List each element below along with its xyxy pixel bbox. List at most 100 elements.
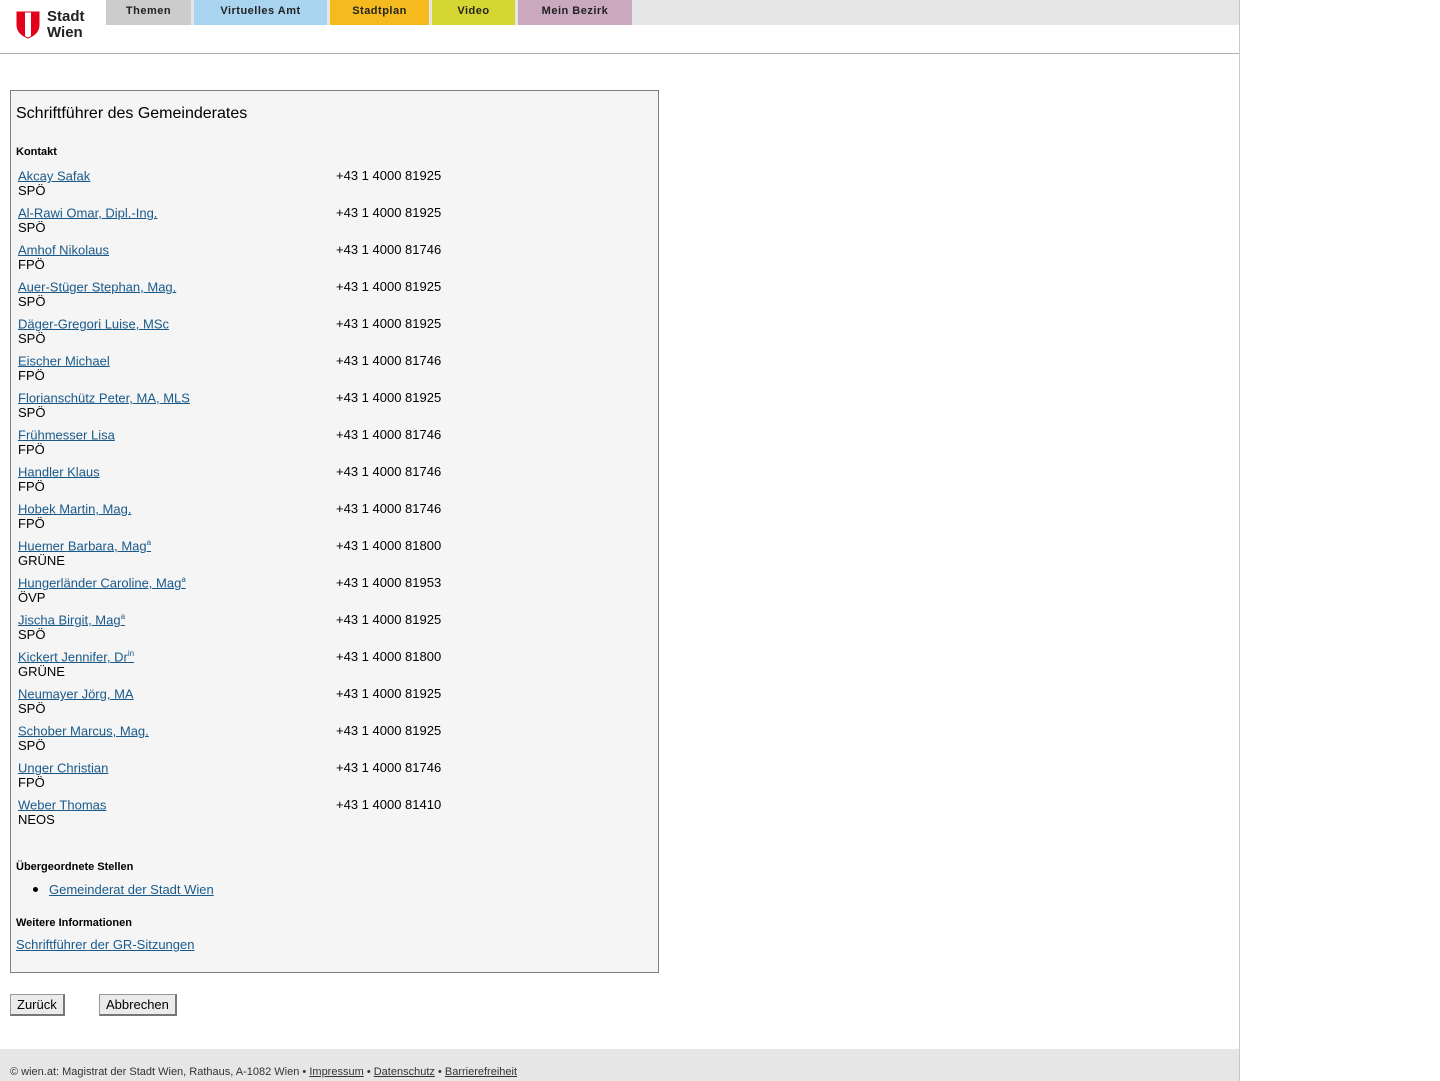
person-phone: +43 1 4000 81925 — [336, 612, 442, 627]
person-name-link[interactable]: Hobek Martin, Mag. — [18, 501, 131, 516]
tab-themen[interactable]: Themen — [106, 0, 191, 25]
person-phone: +43 1 4000 81925 — [336, 723, 442, 738]
list-item: Unger Christian FPÖ +43 1 4000 81746 — [18, 760, 618, 797]
person-name-link[interactable]: Auer-Stüger Stephan, Mag. — [18, 279, 176, 294]
person-party: FPÖ — [18, 442, 45, 457]
person-name-link[interactable]: Frühmesser Lisa — [18, 427, 115, 442]
person-party: NEOS — [18, 812, 55, 827]
more-info-link[interactable]: Schriftführer der GR-Sitzungen — [16, 937, 194, 952]
person-phone: +43 1 4000 81746 — [336, 464, 442, 479]
person-name: Jischa Birgit, Mag — [18, 612, 121, 628]
person-phone: +43 1 4000 81746 — [336, 760, 442, 775]
person-name-suffix: a — [120, 612, 126, 621]
person-name-link[interactable]: Neumayer Jörg, MA — [18, 686, 134, 701]
footer-separator: • — [302, 1066, 307, 1078]
person-name-link[interactable]: Amhof Nikolaus — [18, 242, 109, 257]
person-name-link[interactable]: Schober Marcus, Mag. — [18, 723, 149, 738]
footer: © wien.at: Magistrat der Stadt Wien, Rat… — [0, 1049, 1239, 1081]
person-party: FPÖ — [18, 775, 45, 790]
person-phone: +43 1 4000 81410 — [336, 797, 442, 812]
person-name-link[interactable]: Unger Christian — [18, 760, 108, 775]
person-party: SPÖ — [18, 183, 46, 198]
person-name-link[interactable]: Hungerländer Caroline, Maga — [18, 575, 186, 590]
person-party: GRÜNE — [18, 553, 65, 568]
coat-of-arms-icon — [16, 11, 40, 39]
person-party: FPÖ — [18, 368, 45, 383]
footer-separator: • — [437, 1066, 442, 1078]
person-name-link[interactable]: Kickert Jennifer, Drin — [18, 649, 134, 664]
person-party: FPÖ — [18, 257, 45, 272]
tab-virtuelles-amt[interactable]: Virtuelles Amt — [194, 0, 327, 25]
person-name: Frühmesser Lisa — [18, 427, 115, 443]
person-name-link[interactable]: Akcay Safak — [18, 168, 90, 183]
content-panel: Schriftführer des Gemeinderates Kontakt … — [10, 90, 659, 973]
person-phone: +43 1 4000 81800 — [336, 649, 442, 664]
back-button[interactable]: Zurück — [10, 994, 65, 1016]
person-name: Al-Rawi Omar, Dipl.-Ing. — [18, 205, 158, 221]
list-item: Huemer Barbara, Maga GRÜNE +43 1 4000 8180… — [18, 538, 618, 575]
person-phone: +43 1 4000 81925 — [336, 390, 442, 405]
footer-separator: • — [366, 1066, 371, 1078]
footer-link-impressum[interactable]: Impressum — [309, 1066, 363, 1078]
page-frame: Stadt Wien Themen Virtuelles Amt Stadtpl… — [0, 0, 1240, 1081]
footer-text: © wien.at: Magistrat der Stadt Wien, Rat… — [10, 1066, 517, 1078]
logo-text: Stadt Wien — [47, 9, 85, 41]
person-name-suffix: a — [146, 538, 152, 547]
person-name: Eischer Michael — [18, 353, 110, 369]
person-party: SPÖ — [18, 294, 46, 309]
person-party: SPÖ — [18, 331, 46, 346]
tab-mein-bezirk[interactable]: Mein Bezirk — [518, 0, 632, 25]
list-item: Weber Thomas NEOS +43 1 4000 81410 — [18, 797, 618, 834]
more-info-heading: Weitere Informationen — [16, 917, 132, 929]
person-name: Hobek Martin, Mag. — [18, 501, 132, 517]
person-phone: +43 1 4000 81953 — [336, 575, 442, 590]
person-phone: +43 1 4000 81925 — [336, 205, 442, 220]
person-name-link[interactable]: Florianschütz Peter, MA, MLS — [18, 390, 190, 405]
list-item: Amhof Nikolaus FPÖ +43 1 4000 81746 — [18, 242, 618, 279]
person-party: SPÖ — [18, 701, 46, 716]
cancel-button[interactable]: Abbrechen — [99, 994, 177, 1016]
person-party: SPÖ — [18, 405, 46, 420]
person-name: Amhof Nikolaus — [18, 242, 110, 258]
tab-video[interactable]: Video — [432, 0, 515, 25]
person-name: Auer-Stüger Stephan, Mag. — [18, 279, 177, 295]
site-header: Stadt Wien Themen Virtuelles Amt Stadtpl… — [0, 0, 1239, 54]
person-phone: +43 1 4000 81746 — [336, 353, 442, 368]
page-title: Schriftführer des Gemeinderates — [16, 105, 248, 122]
person-name-link[interactable]: Jischa Birgit, Maga — [18, 612, 125, 627]
footer-copyright: © wien.at: Magistrat der Stadt Wien, Rat… — [10, 1066, 300, 1078]
person-party: SPÖ — [18, 220, 46, 235]
person-party: FPÖ — [18, 516, 45, 531]
list-item: Handler Klaus FPÖ +43 1 4000 81746 — [18, 464, 618, 501]
list-item: Al-Rawi Omar, Dipl.-Ing. SPÖ +43 1 4000 81… — [18, 205, 618, 242]
list-item: Auer-Stüger Stephan, Mag. SPÖ +43 1 4000 8… — [18, 279, 618, 316]
person-name: Handler Klaus — [18, 464, 100, 480]
logo-line-2: Wien — [47, 24, 83, 41]
person-party: GRÜNE — [18, 664, 65, 679]
person-phone: +43 1 4000 81746 — [336, 501, 442, 516]
footer-link-datenschutz[interactable]: Datenschutz — [374, 1066, 435, 1078]
list-item: Akcay Safak SPÖ +43 1 4000 81925 — [18, 168, 618, 205]
footer-link-barrierefreiheit[interactable]: Barrierefreiheit — [445, 1066, 517, 1078]
contact-heading: Kontakt — [16, 146, 57, 158]
person-name: Hungerländer Caroline, Mag — [18, 575, 182, 591]
person-name-link[interactable]: Al-Rawi Omar, Dipl.-Ing. — [18, 205, 157, 220]
person-phone: +43 1 4000 81746 — [336, 427, 442, 442]
person-name-link[interactable]: Handler Klaus — [18, 464, 100, 479]
person-name: Schober Marcus, Mag. — [18, 723, 149, 739]
person-name-link[interactable]: Däger-Gregori Luise, MSc — [18, 316, 169, 331]
person-name-link[interactable]: Weber Thomas — [18, 797, 106, 812]
person-name: Unger Christian — [18, 760, 109, 776]
tab-stadtplan[interactable]: Stadtplan — [330, 0, 429, 25]
person-name: Weber Thomas — [18, 797, 107, 813]
list-item: Florianschütz Peter, MA, MLS SPÖ +43 1 400… — [18, 390, 618, 427]
person-name-link[interactable]: Huemer Barbara, Maga — [18, 538, 151, 553]
person-name: Neumayer Jörg, MA — [18, 686, 134, 702]
person-phone: +43 1 4000 81925 — [336, 279, 442, 294]
stadt-wien-logo[interactable]: Stadt Wien — [16, 9, 96, 43]
parent-link[interactable]: Gemeinderat der Stadt Wien — [49, 882, 214, 897]
list-item: Däger-Gregori Luise, MSc SPÖ +43 1 4000 81… — [18, 316, 618, 353]
person-name-link[interactable]: Eischer Michael — [18, 353, 110, 368]
logo-line-1: Stadt — [47, 8, 85, 25]
list-item: Kickert Jennifer, Drin GRÜNE +43 1 4000 81… — [18, 649, 618, 686]
